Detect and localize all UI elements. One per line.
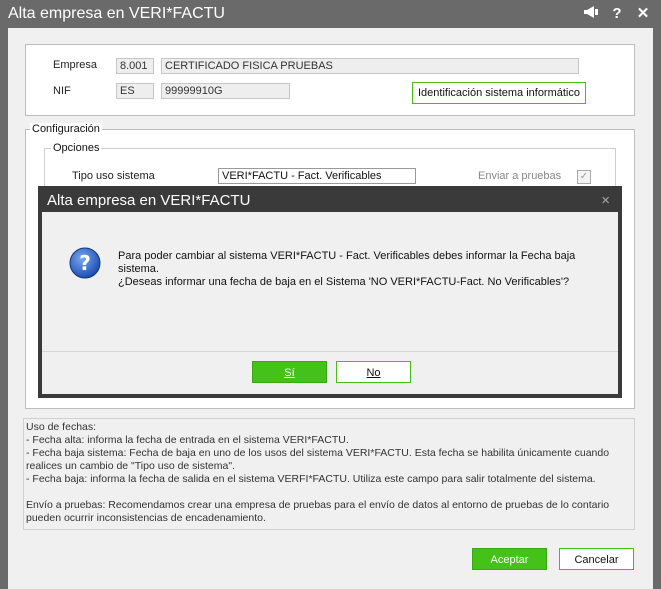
info-panel: Uso de fechas: - Fecha alta: informa la … bbox=[23, 418, 635, 530]
title-bar-icons: ? ✕ bbox=[583, 5, 651, 23]
enviar-pruebas-checkbox[interactable]: ✓ bbox=[577, 170, 591, 184]
svg-text:?: ? bbox=[79, 251, 91, 275]
dialog-message-line: ¿Deseas informar una fecha de baja en el… bbox=[118, 276, 570, 288]
nif-country-field[interactable]: ES bbox=[116, 83, 154, 99]
dialog-message-line: Para poder cambiar al sistema VERI*FACTU… bbox=[118, 250, 576, 262]
dialog-title: Alta empresa en VERI*FACTU bbox=[47, 192, 251, 209]
info-line: - Fecha baja sistema: Fecha de baja en u… bbox=[26, 447, 610, 459]
confirm-dialog: Alta empresa en VERI*FACTU × ? Para pode… bbox=[38, 186, 622, 398]
company-panel: Empresa 8.001 CERTIFICADO FISICA PRUEBAS… bbox=[25, 44, 635, 116]
window-title: Alta empresa en VERI*FACTU bbox=[8, 5, 225, 22]
enviar-pruebas-label: Enviar a pruebas bbox=[478, 170, 562, 182]
no-button[interactable]: No bbox=[336, 361, 411, 383]
main-window: Alta empresa en VERI*FACTU ? ✕ Empresa 8… bbox=[0, 0, 661, 589]
si-button-label: Sí bbox=[284, 367, 295, 379]
nif-label: NIF bbox=[53, 85, 71, 97]
dialog-message-area: ? Para poder cambiar al sistema VERI*FAC… bbox=[42, 212, 618, 352]
info-line: - Fecha baja: informa la fecha de salida… bbox=[26, 473, 596, 485]
info-line: Uso de fechas: bbox=[26, 421, 97, 433]
opciones-legend: Opciones bbox=[51, 142, 102, 154]
info-line: Envío a pruebas: Recomendamos crear una … bbox=[26, 499, 610, 511]
empresa-label: Empresa bbox=[53, 59, 98, 71]
cancelar-button[interactable]: Cancelar bbox=[559, 548, 634, 570]
help-icon[interactable]: ? bbox=[609, 6, 625, 22]
info-line: pueden ocurrir inconsistencias de encade… bbox=[26, 512, 266, 524]
aceptar-button[interactable]: Aceptar bbox=[472, 548, 547, 570]
identificacion-sistema-button[interactable]: Identificación sistema informático bbox=[412, 82, 586, 104]
dialog-body: ? Para poder cambiar al sistema VERI*FAC… bbox=[42, 212, 618, 394]
close-icon[interactable]: ✕ bbox=[635, 6, 651, 22]
megaphone-icon[interactable] bbox=[583, 5, 599, 23]
nif-value-field[interactable]: 99999910G bbox=[161, 83, 290, 99]
question-icon: ? bbox=[69, 247, 101, 279]
configuracion-legend: Configuración bbox=[30, 123, 102, 135]
no-button-label: No bbox=[366, 367, 381, 379]
dialog-message-line: sistema. bbox=[118, 263, 159, 275]
empresa-code-field[interactable]: 8.001 bbox=[116, 58, 154, 74]
info-line: - Fecha alta: informa la fecha de entrad… bbox=[26, 434, 349, 446]
tipo-uso-label: Tipo uso sistema bbox=[72, 170, 155, 182]
title-bar: Alta empresa en VERI*FACTU ? ✕ bbox=[0, 0, 661, 28]
info-line: realices un cambio de "Tipo uso de siste… bbox=[26, 460, 236, 472]
empresa-name-field[interactable]: CERTIFICADO FISICA PRUEBAS bbox=[161, 58, 579, 74]
si-button[interactable]: Sí bbox=[252, 361, 327, 383]
dialog-close-icon[interactable]: × bbox=[601, 192, 610, 209]
tipo-uso-select[interactable]: VERI*FACTU - Fact. Verificables bbox=[218, 168, 416, 184]
